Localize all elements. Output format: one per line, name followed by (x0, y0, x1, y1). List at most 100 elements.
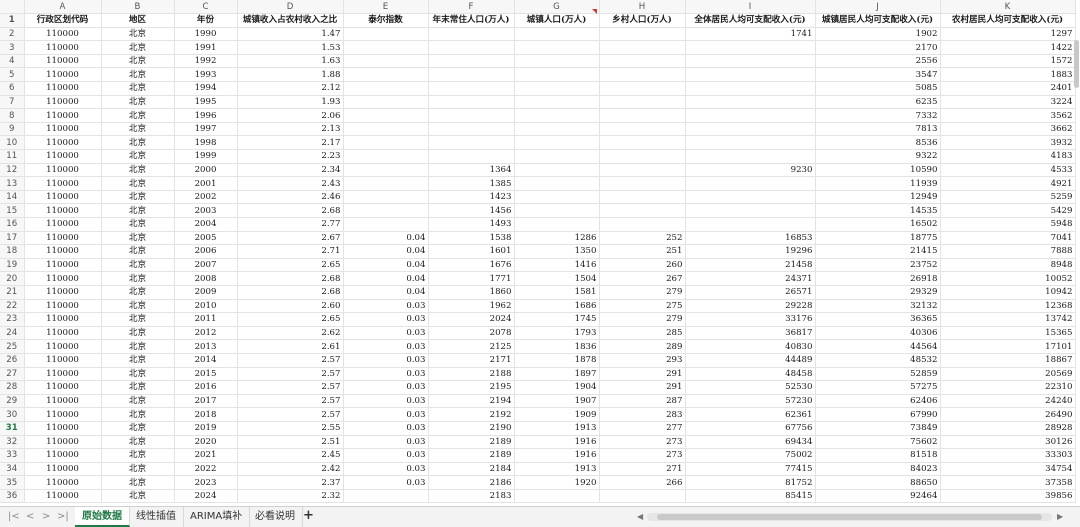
cell[interactable]: 2009 (174, 285, 238, 300)
cell[interactable]: 0.04 (343, 285, 429, 300)
cell[interactable]: 110000 (24, 299, 102, 314)
cell[interactable]: 293 (599, 353, 686, 368)
data-table[interactable]: ABCDEFGHIJK 1 行政区划代码 地区 年份 城镇收入占农村收入之比 泰尔指数 年末… (0, 0, 1076, 504)
cell[interactable]: 1995 (174, 95, 238, 110)
row-number[interactable]: 20 (0, 271, 25, 286)
cell[interactable]: 283 (599, 407, 686, 422)
cell[interactable]: 2015 (174, 367, 238, 382)
cell[interactable]: 81518 (815, 448, 941, 463)
cell[interactable]: 291 (599, 367, 686, 382)
cell[interactable] (428, 108, 515, 123)
cell[interactable]: 北京 (101, 190, 175, 205)
cell[interactable]: 1422 (940, 40, 1076, 55)
cell[interactable]: 92464 (815, 489, 941, 504)
cell[interactable]: 33303 (940, 448, 1076, 463)
cell[interactable]: 110000 (24, 163, 102, 178)
cell[interactable]: 1.63 (237, 54, 344, 69)
cell[interactable]: 2003 (174, 203, 238, 218)
cell[interactable]: 110000 (24, 421, 102, 436)
cell[interactable]: 251 (599, 244, 686, 259)
cell[interactable]: 7332 (815, 108, 941, 123)
cell[interactable]: 3662 (940, 122, 1076, 137)
cell[interactable]: 2023 (174, 475, 238, 490)
cell[interactable]: 北京 (101, 271, 175, 286)
row-number[interactable]: 15 (0, 203, 25, 218)
row-number[interactable]: 5 (0, 67, 25, 83)
cell[interactable]: 1916 (514, 435, 600, 450)
cell[interactable]: 88650 (815, 475, 941, 490)
cell[interactable] (343, 27, 429, 42)
cell[interactable]: 1771 (428, 271, 515, 286)
cell[interactable]: 1998 (174, 135, 238, 151)
cell[interactable]: 110000 (24, 394, 102, 409)
cell[interactable]: 85415 (685, 489, 816, 504)
cell[interactable]: 2401 (940, 81, 1076, 96)
cell[interactable] (685, 40, 816, 55)
cell[interactable] (599, 176, 686, 191)
header-cell[interactable]: 年末常住人口(万人) (428, 13, 515, 28)
cell[interactable] (514, 40, 600, 55)
cell[interactable]: 4533 (940, 163, 1076, 178)
cell[interactable]: 21415 (815, 244, 941, 259)
cell[interactable]: 2.60 (237, 299, 344, 314)
horizontal-scroll-thumb[interactable] (657, 514, 1042, 520)
cell[interactable]: 1962 (428, 299, 515, 314)
cell[interactable] (685, 54, 816, 69)
cell[interactable]: 5948 (940, 217, 1076, 232)
cell[interactable] (685, 176, 816, 191)
cell[interactable]: 2021 (174, 448, 238, 463)
cell[interactable] (599, 489, 686, 504)
cell[interactable]: 2186 (428, 475, 515, 490)
cell[interactable]: 1286 (514, 231, 600, 246)
cell[interactable]: 北京 (101, 122, 175, 137)
cell[interactable]: 1493 (428, 217, 515, 232)
cell[interactable]: 1994 (174, 81, 238, 96)
cell[interactable]: 0.03 (343, 326, 429, 341)
column-header[interactable]: D (237, 0, 344, 15)
cell[interactable] (514, 489, 600, 504)
row-number[interactable]: 17 (0, 231, 25, 246)
cell[interactable]: 0.03 (343, 380, 429, 395)
cell[interactable]: 北京 (101, 258, 175, 273)
cell[interactable]: 44564 (815, 339, 941, 354)
cell[interactable]: 36817 (685, 326, 816, 341)
cell[interactable]: 北京 (101, 475, 175, 490)
cell[interactable] (514, 190, 600, 205)
cell[interactable] (343, 190, 429, 205)
cell[interactable]: 2.57 (237, 367, 344, 382)
cell[interactable]: 1350 (514, 244, 600, 259)
cell[interactable]: 1897 (514, 367, 600, 382)
cell[interactable]: 23752 (815, 258, 941, 273)
cell[interactable]: 2189 (428, 448, 515, 463)
cell[interactable]: 2184 (428, 462, 515, 477)
cell[interactable]: 1902 (815, 27, 941, 42)
cell[interactable]: 110000 (24, 462, 102, 477)
header-cell[interactable]: 乡村人口(万人) (599, 13, 686, 28)
cell[interactable]: 2024 (174, 489, 238, 504)
cell[interactable]: 10052 (940, 271, 1076, 286)
cell[interactable] (514, 67, 600, 83)
cell[interactable] (428, 135, 515, 151)
cell[interactable]: 1904 (514, 380, 600, 395)
cell[interactable]: 110000 (24, 54, 102, 69)
header-cell[interactable]: 城镇人口(万人) (514, 13, 600, 28)
row-number[interactable]: 16 (0, 217, 25, 232)
cell[interactable]: 110000 (24, 203, 102, 218)
cell[interactable] (514, 163, 600, 178)
cell[interactable]: 北京 (101, 67, 175, 83)
column-header[interactable]: F (428, 0, 515, 15)
cell[interactable]: 2017 (174, 394, 238, 409)
cell[interactable]: 1572 (940, 54, 1076, 69)
cell[interactable]: 北京 (101, 299, 175, 314)
cell[interactable]: 32132 (815, 299, 941, 314)
cell[interactable]: 7888 (940, 244, 1076, 259)
cell[interactable]: 6235 (815, 95, 941, 110)
cell[interactable]: 110000 (24, 312, 102, 327)
cell[interactable]: 110000 (24, 407, 102, 422)
cell[interactable]: 2024 (428, 312, 515, 327)
cell[interactable]: 1993 (174, 67, 238, 83)
row-number[interactable]: 6 (0, 81, 25, 96)
cell[interactable]: 28928 (940, 421, 1076, 436)
cell[interactable]: 19296 (685, 244, 816, 259)
cell[interactable] (599, 203, 686, 218)
